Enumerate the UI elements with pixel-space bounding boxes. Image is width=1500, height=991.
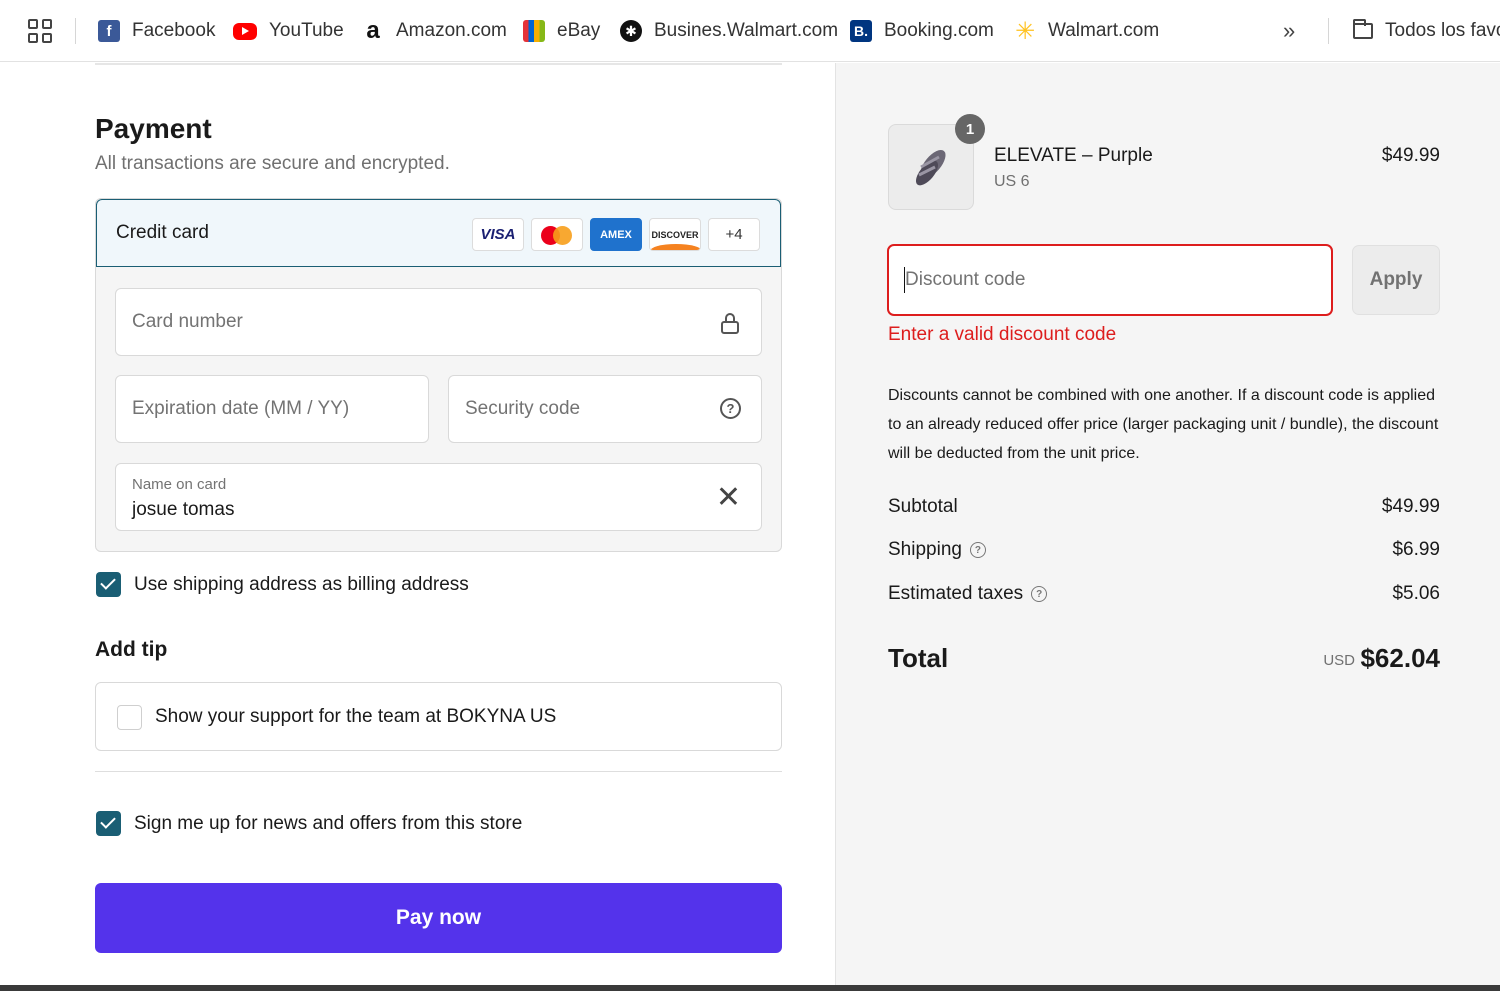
order-summary: 1 ELEVATE – Purple US 6 $49.99 Apply Ent…: [836, 63, 1500, 991]
quantity-badge: 1: [955, 114, 985, 144]
more-card-brands-badge[interactable]: +4: [708, 218, 760, 251]
taskbar-edge: [0, 985, 1500, 991]
shipping-label-text: Shipping: [888, 539, 962, 560]
security-code-placeholder: Security code: [465, 398, 581, 419]
card-number-field[interactable]: Card number: [115, 288, 762, 356]
text-cursor: [904, 267, 905, 293]
subtotal-label: Subtotal: [888, 496, 958, 518]
bookmark-label: Booking.com: [884, 20, 994, 41]
discount-error-message: Enter a valid discount code: [888, 324, 1117, 345]
bookmark-amazon[interactable]: a Amazon.com: [362, 17, 507, 45]
bookmark-ebay[interactable]: eBay: [523, 17, 600, 45]
bookmark-label: Busines.Walmart.com: [654, 20, 839, 41]
folder-icon: [1353, 19, 1373, 39]
discount-code-input[interactable]: [887, 244, 1333, 316]
shipping-label: Shipping ?: [888, 539, 986, 561]
payment-subtitle: All transactions are secure and encrypte…: [95, 153, 450, 174]
discount-note: Discounts cannot be combined with one an…: [888, 387, 1439, 462]
bookmark-label: YouTube: [269, 20, 344, 41]
product-variant: US 6: [994, 173, 1030, 190]
help-circle-icon[interactable]: ?: [969, 542, 986, 558]
divider: [95, 771, 782, 772]
shipping-value: $6.99: [1392, 539, 1440, 560]
bookmark-label: Todos los favoritos: [1385, 20, 1500, 41]
subtotal-value: $49.99: [1381, 496, 1440, 517]
bookmark-label: eBay: [557, 20, 601, 41]
amex-icon: AMEX: [590, 218, 642, 251]
clear-field-close-icon[interactable]: ✕: [716, 483, 741, 513]
apply-discount-button[interactable]: Apply: [1352, 245, 1440, 315]
bookmark-walmart[interactable]: ✳ Walmart.com: [1014, 17, 1159, 45]
bookmarks-separator: [75, 18, 76, 44]
sandal-image: [915, 149, 946, 186]
taxes-value: $5.06: [1392, 583, 1440, 604]
total-currency: USD: [1323, 652, 1355, 669]
lock-icon: [721, 313, 739, 334]
billing-address-checkbox[interactable]: [96, 572, 121, 597]
bookmarks-bar: f Facebook YouTube a Amazon.com eBay Bus…: [0, 0, 1500, 62]
divider: [95, 63, 782, 65]
expiration-date-field[interactable]: Expiration date (MM / YY): [115, 375, 429, 443]
pay-now-button[interactable]: Pay now: [95, 883, 782, 953]
total-label: Total: [888, 643, 949, 673]
help-circle-icon[interactable]: ?: [720, 398, 741, 419]
product-name: ELEVATE – Purple: [994, 145, 1153, 166]
security-code-field[interactable]: Security code ?: [448, 375, 762, 443]
bookmark-facebook[interactable]: f Facebook: [98, 17, 215, 45]
bookmark-walmart-business[interactable]: Busines.Walmart.com: [620, 17, 838, 45]
facebook-icon: f: [98, 20, 120, 42]
subtotal-label-text: Subtotal: [888, 496, 958, 517]
add-tip-title: Add tip: [95, 638, 168, 661]
billing-address-label: Use shipping address as billing address: [134, 574, 469, 595]
bookmark-booking[interactable]: B. Booking.com: [850, 17, 994, 45]
mastercard-icon: [531, 218, 583, 251]
card-brand-list: VISA AMEX DISCOVER +4: [472, 218, 760, 251]
taxes-label-text: Estimated taxes: [888, 583, 1024, 604]
card-number-placeholder: Card number: [132, 311, 243, 332]
bookmark-all-folder[interactable]: Todos los favoritos: [1353, 17, 1500, 45]
amazon-icon: a: [366, 17, 380, 44]
bookmark-youtube[interactable]: YouTube: [233, 17, 344, 45]
more-bookmarks-chevron-icon[interactable]: »: [1283, 18, 1295, 44]
booking-icon: B.: [850, 20, 872, 42]
walmart-business-icon: [620, 20, 642, 42]
youtube-icon: [233, 22, 257, 40]
bookmark-label: Amazon.com: [396, 20, 507, 41]
newsletter-label: Sign me up for news and offers from this…: [134, 813, 523, 834]
name-on-card-value: josue tomas: [132, 499, 235, 520]
name-on-card-label: Name on card: [132, 476, 227, 493]
bookmark-label: Facebook: [132, 20, 216, 41]
walmart-icon: ✳: [1014, 17, 1036, 45]
tip-checkbox-label: Show your support for the team at BOKYNA…: [155, 706, 557, 727]
help-circle-icon[interactable]: ?: [1031, 586, 1048, 602]
payment-method-credit-card[interactable]: Credit card VISA AMEX DISCOVER +4: [96, 199, 781, 267]
total-value: $62.04: [1360, 643, 1440, 673]
bookmark-label: Walmart.com: [1048, 20, 1160, 41]
tip-checkbox[interactable]: [117, 705, 142, 730]
credit-card-panel: Credit card VISA AMEX DISCOVER +4 Card n…: [95, 198, 782, 552]
taxes-label: Estimated taxes ?: [888, 583, 1048, 605]
visa-icon: VISA: [472, 218, 524, 251]
product-price: $49.99: [1381, 145, 1440, 166]
payment-method-label: Credit card: [116, 222, 209, 243]
expiration-placeholder: Expiration date (MM / YY): [132, 398, 350, 419]
newsletter-checkbox[interactable]: [96, 811, 121, 836]
apps-grid-icon[interactable]: [28, 19, 52, 43]
checkout-main: Payment All transactions are secure and …: [0, 63, 836, 991]
bookmarks-separator: [1328, 18, 1329, 44]
name-on-card-field[interactable]: Name on card josue tomas ✕: [115, 463, 762, 531]
payment-title: Payment: [95, 113, 212, 144]
ebay-icon: [523, 20, 545, 42]
discover-icon: DISCOVER: [649, 218, 701, 251]
tip-option[interactable]: Show your support for the team at BOKYNA…: [95, 682, 782, 751]
